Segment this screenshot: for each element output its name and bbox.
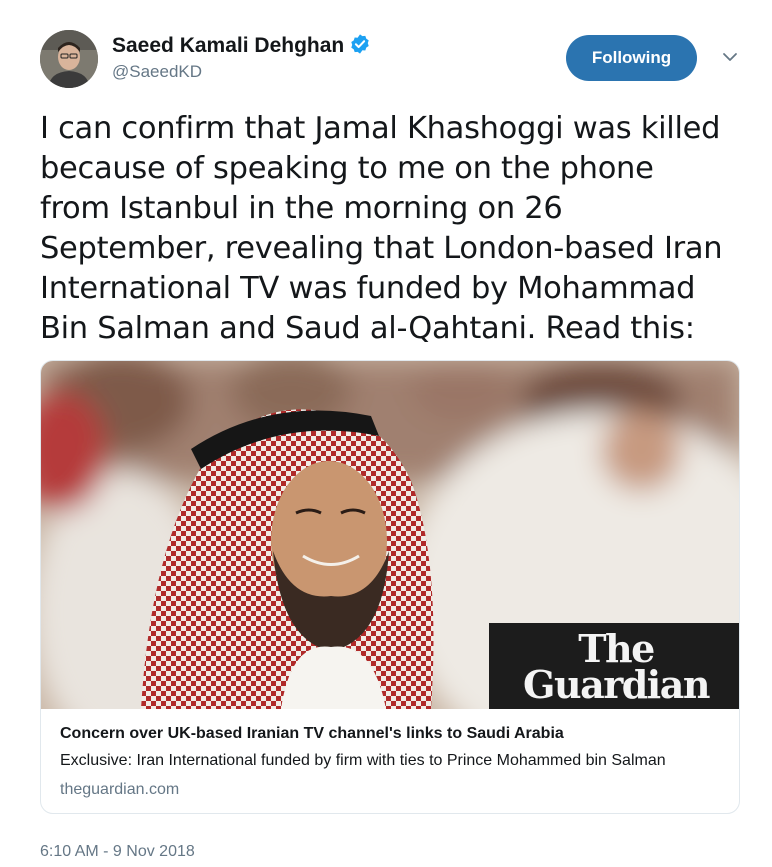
following-button[interactable]: Following (566, 35, 697, 81)
tweet-text-line: I can confirm that Jamal Khashoggi was k… (40, 111, 721, 146)
card-domain: theguardian.com (60, 781, 180, 798)
guardian-logo: The Guardian (501, 630, 731, 707)
avatar-image (40, 30, 98, 88)
chevron-down-icon[interactable] (720, 50, 740, 64)
tweet-text-line: Bin Salman and Saud al-Qahtani. Read thi… (40, 311, 695, 346)
card-description: Exclusive: Iran International funded by … (60, 752, 666, 769)
tweet-text-line: September, revealing that London-based I… (40, 231, 723, 266)
verified-badge-icon (351, 34, 369, 54)
card-title[interactable]: Concern over UK-based Iranian TV channel… (60, 725, 564, 743)
tweet-text-line: International TV was funded by Mohammad (40, 271, 696, 306)
link-preview-card[interactable]: The Guardian Concern over UK-based Irani… (40, 360, 740, 814)
tweet-text-line: because of speaking to me on the phone (40, 151, 654, 186)
author-name[interactable]: Saeed Kamali Dehghan (112, 34, 344, 57)
author-handle[interactable]: @SaeedKD (112, 62, 202, 82)
guardian-logo-line2: Guardian (523, 662, 710, 707)
tweet-timestamp[interactable]: 6:10 AM - 9 Nov 2018 (40, 843, 195, 861)
tweet-text-line: from Istanbul in the morning on 26 (40, 191, 563, 226)
guardian-logo-box: The Guardian (489, 623, 739, 709)
tweet-text: I can confirm that Jamal Khashoggi was k… (40, 109, 752, 349)
avatar[interactable] (40, 30, 98, 88)
author-name-row[interactable]: Saeed Kamali Dehghan (112, 33, 371, 58)
